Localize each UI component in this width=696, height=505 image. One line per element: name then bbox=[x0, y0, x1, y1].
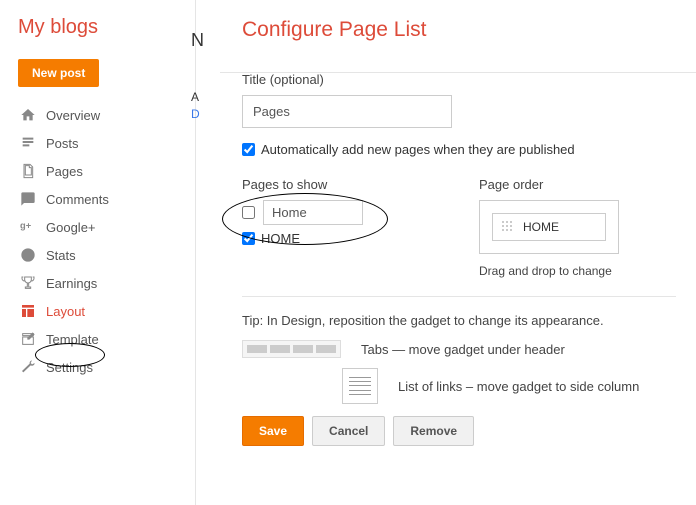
list-tip-row: List of links – move gadget to side colu… bbox=[242, 368, 676, 404]
page-home-input[interactable] bbox=[263, 200, 363, 225]
list-visual-icon bbox=[342, 368, 378, 404]
page-order-box: HOME bbox=[479, 200, 619, 254]
stats-icon bbox=[18, 247, 38, 263]
svg-text:g+: g+ bbox=[20, 220, 32, 230]
nav-label: Google+ bbox=[46, 220, 96, 235]
clipped-link[interactable]: D bbox=[191, 107, 200, 121]
nav-settings[interactable]: Settings bbox=[18, 353, 195, 381]
nav-label: Settings bbox=[46, 360, 93, 375]
title-input[interactable] bbox=[242, 95, 452, 128]
cancel-button[interactable]: Cancel bbox=[312, 416, 385, 446]
page-order-item[interactable]: HOME bbox=[492, 213, 606, 241]
page-home-caps-checkbox[interactable] bbox=[242, 232, 255, 245]
my-blogs-heading: My blogs bbox=[18, 16, 195, 39]
tabs-visual-icon bbox=[242, 340, 341, 358]
list-tip-text: List of links – move gadget to side colu… bbox=[398, 379, 639, 394]
divider bbox=[242, 296, 676, 297]
auto-add-checkbox[interactable] bbox=[242, 143, 255, 156]
page-home-checkbox[interactable] bbox=[242, 206, 255, 219]
nav-overview[interactable]: Overview bbox=[18, 101, 195, 129]
nav-label: Comments bbox=[46, 192, 109, 207]
posts-icon bbox=[18, 135, 38, 151]
nav-template[interactable]: Template bbox=[18, 325, 195, 353]
pages-icon bbox=[18, 163, 38, 179]
tabs-tip-row: Tabs — move gadget under header bbox=[242, 340, 676, 358]
wrench-icon bbox=[18, 359, 38, 375]
googleplus-icon: g+ bbox=[18, 219, 38, 235]
order-item-label: HOME bbox=[523, 220, 559, 234]
tip-text: Tip: In Design, reposition the gadget to… bbox=[242, 313, 676, 328]
clipped-text: N bbox=[191, 30, 204, 51]
nav-layout[interactable]: Layout bbox=[18, 297, 195, 325]
sidebar: My blogs New post Overview Posts Pages C… bbox=[0, 0, 196, 505]
nav-posts[interactable]: Posts bbox=[18, 129, 195, 157]
nav-label: Overview bbox=[46, 108, 100, 123]
drag-handle-icon bbox=[501, 220, 515, 234]
nav-googleplus[interactable]: g+ Google+ bbox=[18, 213, 195, 241]
nav-label: Posts bbox=[46, 136, 79, 151]
nav-stats[interactable]: Stats bbox=[18, 241, 195, 269]
auto-add-label: Automatically add new pages when they ar… bbox=[261, 142, 575, 157]
clipped-text: A bbox=[191, 90, 199, 104]
nav-label: Earnings bbox=[46, 276, 97, 291]
nav-label: Template bbox=[46, 332, 99, 347]
nav-pages[interactable]: Pages bbox=[18, 157, 195, 185]
action-buttons: Save Cancel Remove bbox=[242, 416, 676, 446]
nav-label: Layout bbox=[46, 304, 85, 319]
pages-to-show-col: Pages to show HOME bbox=[242, 177, 439, 278]
home-icon bbox=[18, 107, 38, 123]
nav-label: Pages bbox=[46, 164, 83, 179]
template-icon bbox=[18, 331, 38, 347]
page-title: Configure Page List bbox=[242, 18, 676, 42]
pages-to-show-label: Pages to show bbox=[242, 177, 439, 192]
main-panel: Configure Page List Title (optional) Aut… bbox=[196, 0, 696, 505]
new-post-button[interactable]: New post bbox=[18, 59, 99, 87]
top-divider bbox=[220, 72, 696, 73]
drag-drop-text: Drag and drop to change bbox=[479, 264, 676, 278]
trophy-icon bbox=[18, 275, 38, 291]
page-home-caps-label: HOME bbox=[261, 231, 300, 246]
sidebar-nav: Overview Posts Pages Comments g+Google+ … bbox=[18, 101, 195, 381]
nav-earnings[interactable]: Earnings bbox=[18, 269, 195, 297]
layout-icon bbox=[18, 303, 38, 319]
page-order-label: Page order bbox=[479, 177, 676, 192]
tabs-tip-text: Tabs — move gadget under header bbox=[361, 342, 565, 357]
save-button[interactable]: Save bbox=[242, 416, 304, 446]
nav-comments[interactable]: Comments bbox=[18, 185, 195, 213]
title-field-label: Title (optional) bbox=[242, 72, 676, 87]
page-order-col: Page order HOME Drag and drop to change bbox=[479, 177, 676, 278]
remove-button[interactable]: Remove bbox=[393, 416, 474, 446]
comments-icon bbox=[18, 191, 38, 207]
nav-label: Stats bbox=[46, 248, 76, 263]
